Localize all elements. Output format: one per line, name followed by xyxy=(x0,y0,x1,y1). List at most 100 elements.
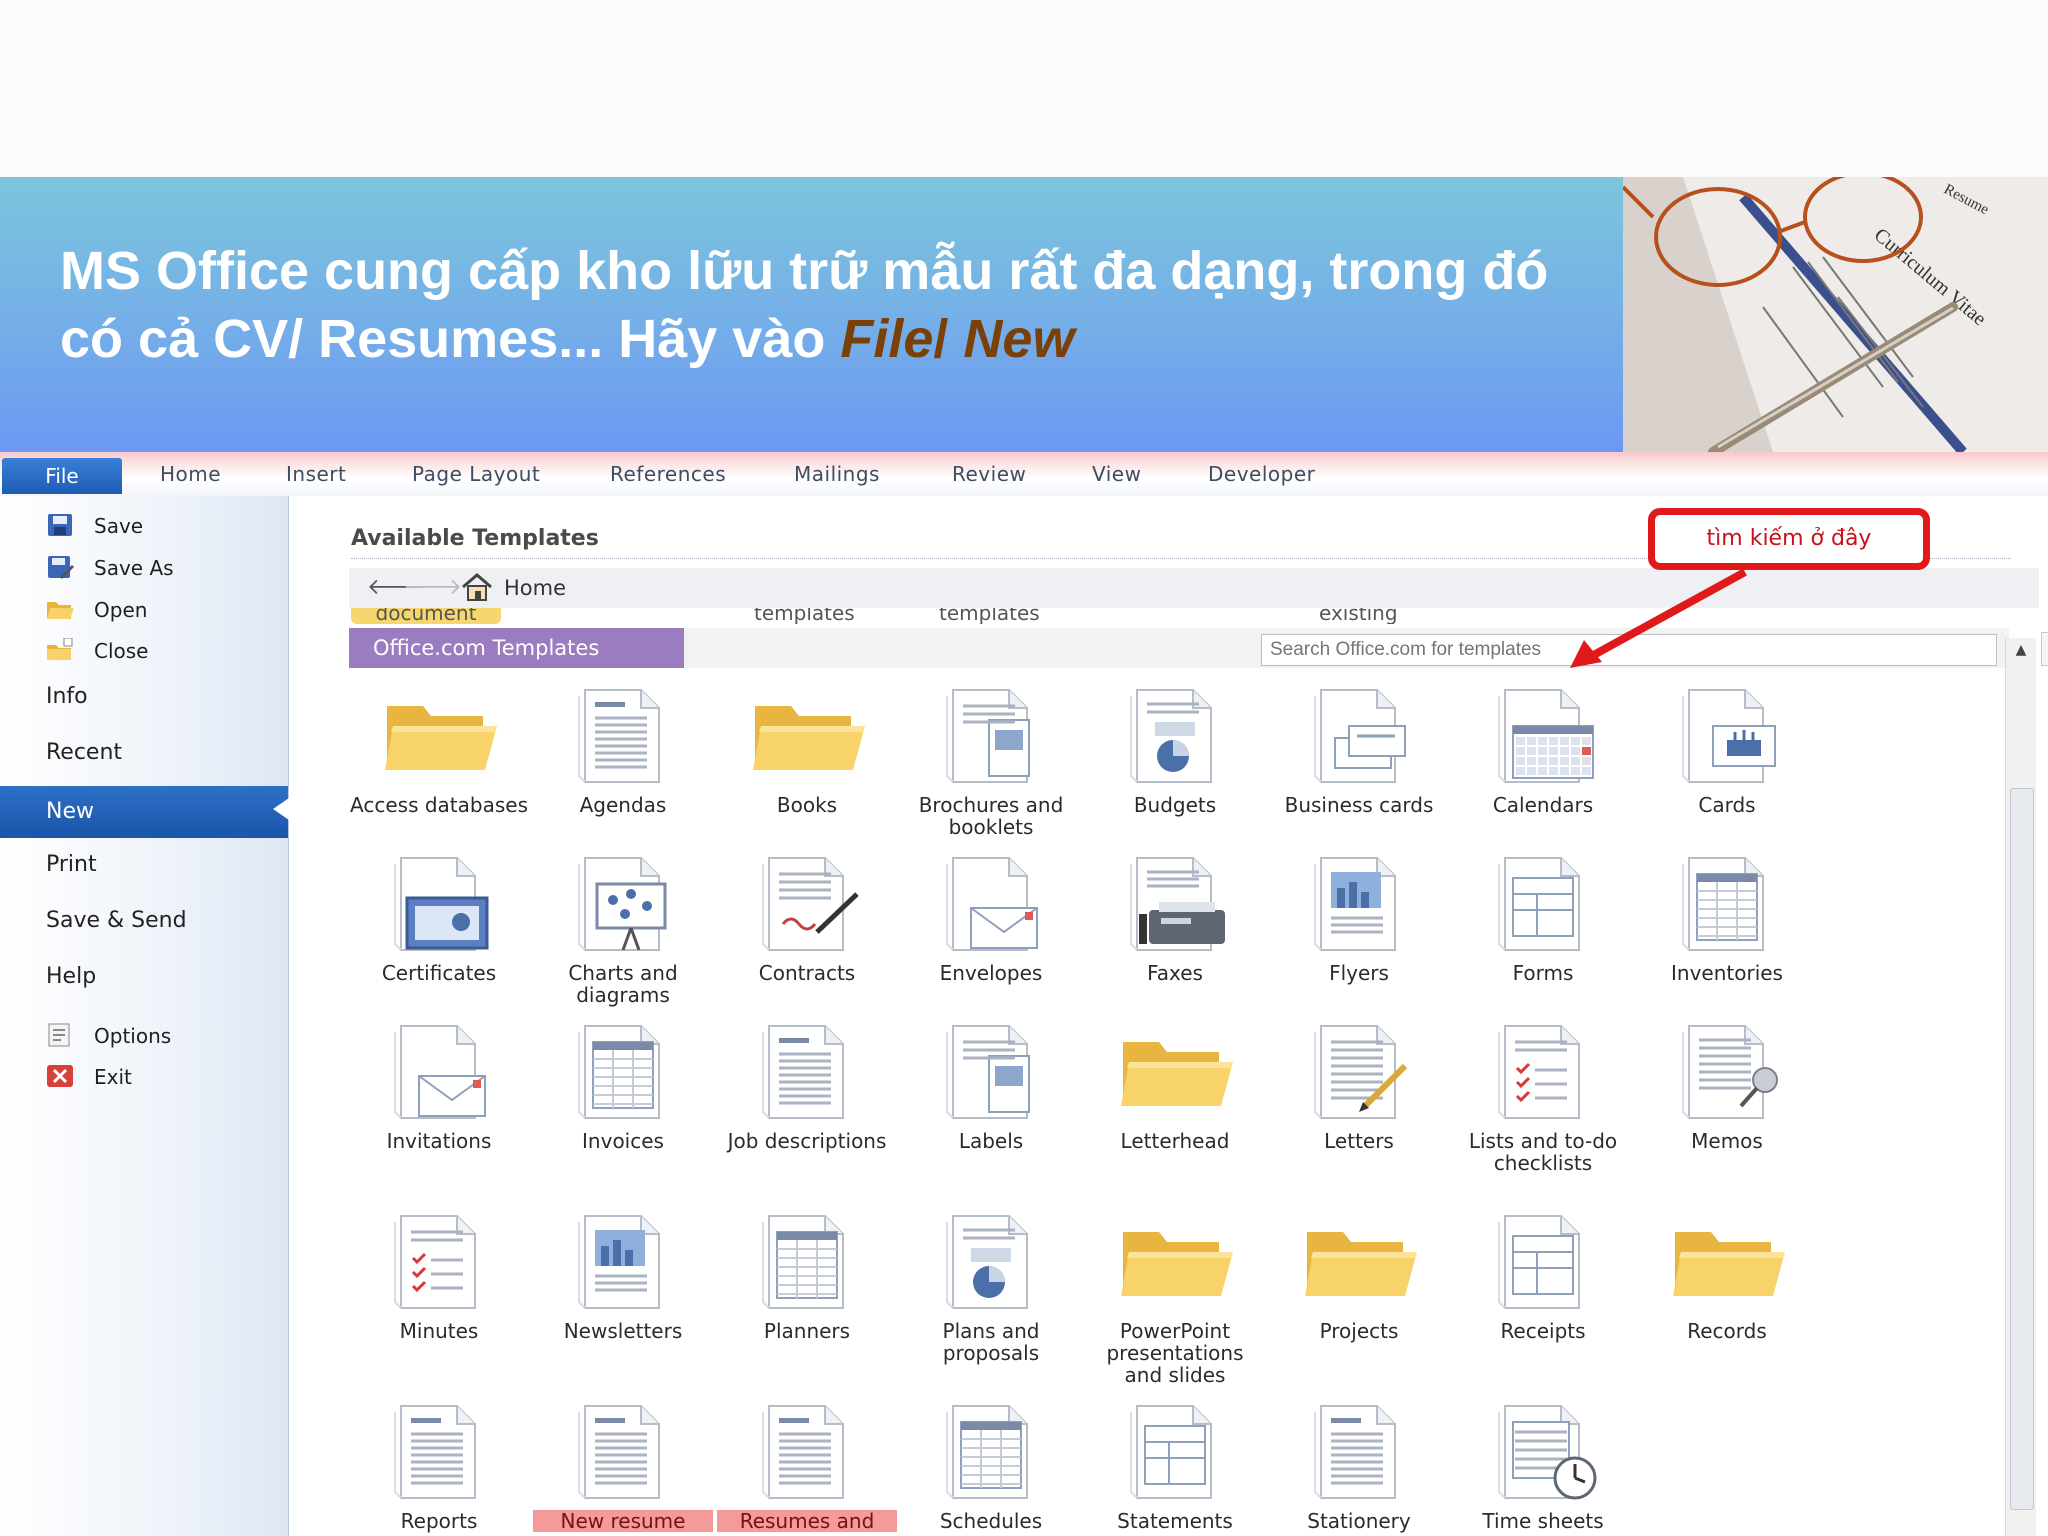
scroll-thumb[interactable] xyxy=(2010,788,2034,1510)
open-folder-icon xyxy=(47,602,74,619)
sidebar-item-info[interactable]: Info xyxy=(0,674,288,720)
template-tile-business-cards[interactable]: Business cards xyxy=(1269,686,1449,816)
home-icon[interactable] xyxy=(461,572,493,602)
template-tile-stationery[interactable]: Stationery xyxy=(1269,1402,1449,1532)
template-tile-projects[interactable]: Projects xyxy=(1269,1212,1449,1342)
folder-icon xyxy=(1269,1212,1449,1312)
search-go-button[interactable]: ➜ xyxy=(2041,632,2048,666)
slide-title-file: File xyxy=(840,309,934,369)
breadcrumb-home[interactable]: Home xyxy=(504,576,566,600)
template-label: Job descriptions xyxy=(727,1129,887,1153)
tab-insert[interactable]: Insert xyxy=(286,462,346,492)
doc-flyer-icon xyxy=(533,1212,713,1312)
resume-glasses-pen-photo: Curriculum Vitae Resume xyxy=(1623,177,2048,452)
template-tile-inventories[interactable]: Inventories xyxy=(1637,854,1817,984)
template-label: Records xyxy=(1687,1319,1767,1343)
template-tile-memos[interactable]: Memos xyxy=(1637,1022,1817,1152)
template-label: Access databases xyxy=(350,793,528,817)
sidebar-item-save-send[interactable]: Save & Send xyxy=(0,898,288,944)
template-tile-new-resume[interactable]: New resume xyxy=(533,1402,713,1532)
folder-icon xyxy=(1085,1212,1265,1312)
template-tile-receipts[interactable]: Receipts xyxy=(1453,1212,1633,1342)
template-tile-certificates[interactable]: Certificates xyxy=(349,854,529,984)
tab-file[interactable]: File xyxy=(2,458,122,494)
sidebar-item-new[interactable]: New xyxy=(0,786,289,838)
office-com-templates-tab[interactable]: Office.com Templates xyxy=(349,628,684,668)
tab-developer[interactable]: Developer xyxy=(1208,462,1315,492)
template-label: Memos xyxy=(1691,1129,1763,1153)
template-tile-newsletters[interactable]: Newsletters xyxy=(533,1212,713,1342)
template-label: Contracts xyxy=(758,961,856,985)
doc-checklist-icon xyxy=(349,1212,529,1312)
template-tile-cards[interactable]: Cards xyxy=(1637,686,1817,816)
template-tile-resumes-and[interactable]: Resumes and xyxy=(717,1402,897,1532)
template-tile-letterhead[interactable]: Letterhead xyxy=(1085,1022,1265,1152)
template-tile-invoices[interactable]: Invoices xyxy=(533,1022,713,1152)
ribbon-tabs: File Home Insert Page Layout References … xyxy=(0,452,2048,497)
template-tile-access-databases[interactable]: Access databases xyxy=(349,686,529,816)
sidebar-item-recent[interactable]: Recent xyxy=(0,730,288,776)
template-grid: Access databases Agendas Books Brochures an… xyxy=(349,686,2009,1536)
sidebar-item-print[interactable]: Print xyxy=(0,842,288,888)
save-as-button[interactable]: Save As xyxy=(0,550,288,586)
tab-view[interactable]: View xyxy=(1092,462,1141,492)
template-tile-invitations[interactable]: Invitations xyxy=(349,1022,529,1152)
doc-cake-icon xyxy=(1637,686,1817,786)
template-tile-statements[interactable]: Statements xyxy=(1085,1402,1265,1532)
folder-icon xyxy=(1085,1022,1265,1122)
tab-references[interactable]: References xyxy=(610,462,726,492)
available-templates-heading: Available Templates xyxy=(351,526,599,551)
partial-tile-label: templates xyxy=(939,608,1040,624)
tab-home[interactable]: Home xyxy=(160,462,221,492)
template-tile-reports[interactable]: Reports xyxy=(349,1402,529,1532)
template-tile-brochures-and-booklets[interactable]: Brochures and booklets xyxy=(901,686,1081,838)
exit-label: Exit xyxy=(94,1065,132,1089)
doc-fax-icon xyxy=(1085,854,1265,954)
template-tile-envelopes[interactable]: Envelopes xyxy=(901,854,1081,984)
doc-easel-icon xyxy=(533,854,713,954)
template-tile-letters[interactable]: Letters xyxy=(1269,1022,1449,1152)
options-button[interactable]: Options xyxy=(0,1018,288,1054)
template-tile-books[interactable]: Books xyxy=(717,686,897,816)
close-button[interactable]: Close xyxy=(0,633,288,669)
template-tile-budgets[interactable]: Budgets xyxy=(1085,686,1265,816)
template-tile-time-sheets[interactable]: Time sheets xyxy=(1453,1402,1633,1532)
tab-mailings[interactable]: Mailings xyxy=(794,462,880,492)
forward-arrow-icon[interactable]: 🡒 xyxy=(403,574,462,600)
tab-page-layout[interactable]: Page Layout xyxy=(412,462,540,492)
sidebar-item-help[interactable]: Help xyxy=(0,954,288,1000)
template-label: Letters xyxy=(1324,1129,1394,1153)
template-tile-powerpoint-presentations-and-slides[interactable]: PowerPoint presentations and slides xyxy=(1085,1212,1265,1386)
sidebar-item-label: Print xyxy=(46,852,97,877)
close-label: Close xyxy=(94,639,149,663)
template-tile-forms[interactable]: Forms xyxy=(1453,854,1633,984)
save-button[interactable]: Save xyxy=(0,508,288,544)
template-tile-minutes[interactable]: Minutes xyxy=(349,1212,529,1342)
tab-review[interactable]: Review xyxy=(952,462,1026,492)
template-tile-lists-and-to-do-checklists[interactable]: Lists and to-do checklists xyxy=(1453,1022,1633,1174)
template-tile-flyers[interactable]: Flyers xyxy=(1269,854,1449,984)
doc-stack-icon xyxy=(901,686,1081,786)
template-label: Books xyxy=(776,793,838,817)
template-label: Flyers xyxy=(1329,961,1389,985)
template-tile-schedules[interactable]: Schedules xyxy=(901,1402,1081,1532)
template-tile-job-descriptions[interactable]: Job descriptions xyxy=(717,1022,897,1152)
template-label: Planners xyxy=(763,1319,851,1343)
template-tile-faxes[interactable]: Faxes xyxy=(1085,854,1265,984)
template-tile-records[interactable]: Records xyxy=(1637,1212,1817,1342)
template-tile-agendas[interactable]: Agendas xyxy=(533,686,713,816)
template-tile-calendars[interactable]: Calendars xyxy=(1453,686,1633,816)
template-tile-charts-and-diagrams[interactable]: Charts and diagrams xyxy=(533,854,713,1006)
scroll-up-icon[interactable]: ▲ xyxy=(2010,642,2032,662)
doc-icon xyxy=(533,1402,713,1502)
template-tile-contracts[interactable]: Contracts xyxy=(717,854,897,984)
exit-button[interactable]: Exit xyxy=(0,1059,288,1095)
template-label: Resumes and xyxy=(717,1510,897,1532)
template-tile-planners[interactable]: Planners xyxy=(717,1212,897,1342)
vertical-scrollbar[interactable]: ▲ xyxy=(2005,638,2036,1536)
template-tile-labels[interactable]: Labels xyxy=(901,1022,1081,1152)
template-tile-plans-and-proposals[interactable]: Plans and proposals xyxy=(901,1212,1081,1364)
template-label: Labels xyxy=(958,1129,1024,1153)
template-label: Lists and to-do checklists xyxy=(1468,1129,1618,1175)
open-button[interactable]: Open xyxy=(0,592,288,628)
